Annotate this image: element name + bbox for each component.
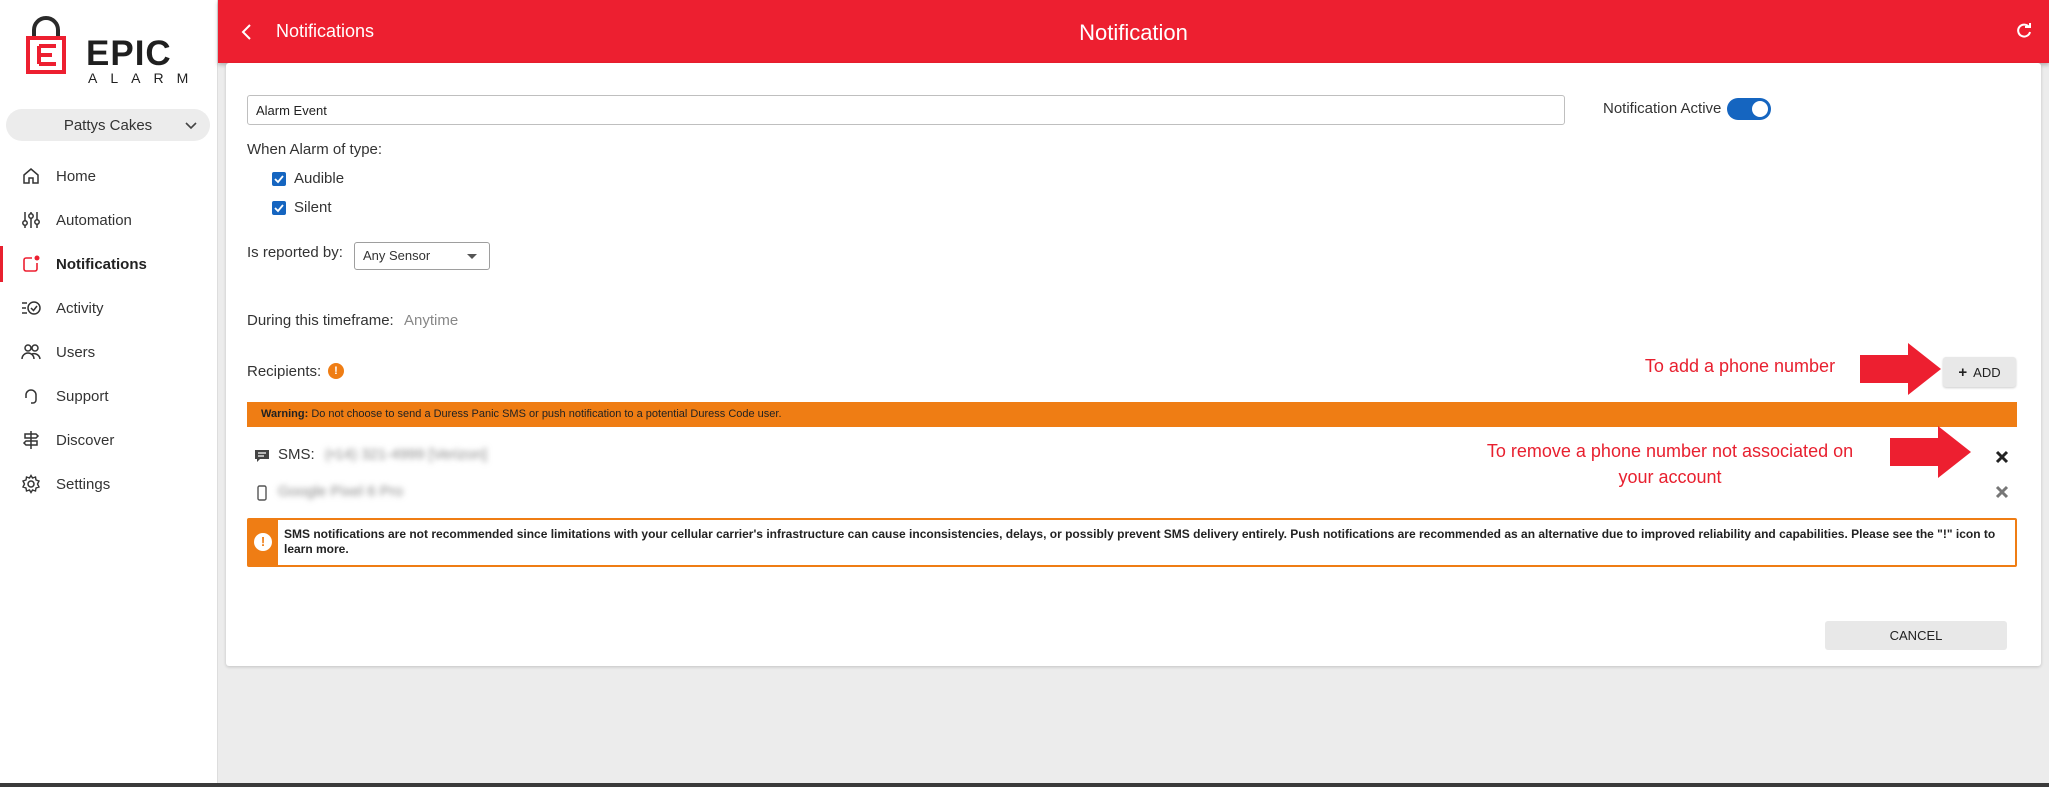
audible-label[interactable]: Audible — [294, 170, 344, 187]
notification-active-toggle[interactable] — [1727, 98, 1771, 120]
sidebar-item-label: Support — [56, 387, 109, 405]
refresh-icon[interactable] — [2015, 22, 2033, 40]
warning-label: Warning: — [261, 408, 309, 420]
timeframe-label: During this timeframe: — [247, 312, 394, 329]
arrow-right-icon — [1890, 426, 1971, 478]
padlock-logo-icon — [26, 16, 66, 74]
logo-sub: ALARM — [88, 70, 202, 86]
logo-word: EPIC — [86, 34, 172, 73]
annotation-remove-line-1: To remove a phone number not associated … — [1486, 441, 1854, 461]
annotation-add-note: To add a phone number — [1644, 356, 1836, 376]
sms-notice-strip: ! — [249, 520, 278, 565]
sliders-icon — [22, 212, 40, 228]
alert-icon: ! — [254, 533, 272, 551]
push-device-name: Google Pixel 6 Pro — [278, 483, 404, 500]
chevron-down-icon — [185, 122, 197, 130]
sidebar: EPIC ALARM Pattys Cakes Home Automation … — [0, 0, 218, 783]
sms-number: (•14) 321-4999 [Verizon] — [325, 446, 488, 463]
plus-icon: + — [1958, 363, 1968, 381]
sidebar-item-settings[interactable]: Settings — [0, 462, 218, 506]
sidebar-item-automation[interactable]: Automation — [0, 198, 218, 242]
silent-checkbox[interactable] — [272, 201, 286, 215]
reported-by-value: Any Sensor — [363, 248, 431, 263]
sidebar-item-support[interactable]: Support — [0, 374, 218, 418]
sidebar-nav: Home Automation Notifications Activity U… — [0, 154, 218, 506]
support-icon — [25, 389, 37, 404]
sidebar-item-notifications[interactable]: Notifications — [0, 242, 218, 286]
phone-icon — [257, 485, 267, 501]
add-label: ADD — [1973, 364, 2001, 380]
remove-push-recipient-icon[interactable] — [1995, 485, 2009, 499]
sms-notice-text: SMS notifications are not recommended si… — [284, 527, 1996, 556]
sidebar-item-discover[interactable]: Discover — [0, 418, 218, 462]
annotation-remove-line-2: your account — [1618, 467, 1722, 487]
sms-icon — [255, 450, 269, 462]
account-name: Pattys Cakes — [63, 116, 153, 134]
alarm-type-label: When Alarm of type: — [247, 141, 383, 158]
recipients-label: Recipients: — [247, 363, 322, 380]
add-recipient-button[interactable]: + ADD — [1943, 357, 2016, 387]
discover-icon — [22, 431, 40, 449]
remove-sms-recipient-icon[interactable] — [1995, 450, 2009, 464]
notification-icon — [23, 255, 40, 272]
app-frame: EPIC ALARM Pattys Cakes Home Automation … — [0, 0, 2049, 783]
check-icon — [274, 204, 284, 213]
sidebar-item-label: Automation — [56, 211, 132, 229]
annotation-remove-note: To remove a phone number not associated … — [1450, 438, 1890, 490]
audible-checkbox[interactable] — [272, 172, 286, 186]
arrow-right-icon — [1860, 343, 1941, 395]
check-icon — [274, 175, 284, 184]
sidebar-item-label: Discover — [56, 431, 115, 449]
caret-down-icon — [467, 254, 477, 259]
warning-text: Do not choose to send a Duress Panic SMS… — [311, 408, 782, 420]
sidebar-item-activity[interactable]: Activity — [0, 286, 218, 330]
duress-warning-bar: Warning: Do not choose to send a Duress … — [247, 402, 2017, 427]
info-icon[interactable]: ! — [328, 363, 344, 379]
sidebar-item-label: Settings — [56, 475, 111, 493]
sms-prefix: SMS: — [278, 446, 315, 463]
silent-label[interactable]: Silent — [294, 199, 332, 216]
sidebar-item-label: Home — [56, 167, 97, 185]
sidebar-item-home[interactable]: Home — [0, 154, 218, 198]
sidebar-item-label: Activity — [56, 299, 104, 317]
sidebar-item-label: Users — [56, 343, 96, 361]
reported-by-label: Is reported by: — [247, 244, 343, 261]
sidebar-item-label: Notifications — [56, 255, 147, 273]
sms-notice: ! SMS notifications are not recommended … — [247, 518, 2017, 567]
notification-active-label: Notification Active — [1603, 100, 1722, 117]
reported-by-select[interactable]: Any Sensor — [354, 242, 490, 270]
epic-alarm-logo[interactable]: EPIC ALARM — [26, 16, 196, 86]
account-selector[interactable]: Pattys Cakes — [6, 109, 210, 141]
top-header: Notifications Notification — [218, 0, 2049, 63]
gear-icon — [22, 474, 40, 494]
users-icon — [21, 344, 41, 360]
cancel-button[interactable]: CANCEL — [1825, 621, 2007, 650]
notification-name-input[interactable] — [247, 95, 1565, 125]
timeframe-value[interactable]: Anytime — [404, 312, 458, 329]
home-icon — [23, 168, 39, 184]
activity-icon — [22, 301, 41, 315]
page-title: Notification — [1079, 20, 1188, 45]
sidebar-item-users[interactable]: Users — [0, 330, 218, 374]
